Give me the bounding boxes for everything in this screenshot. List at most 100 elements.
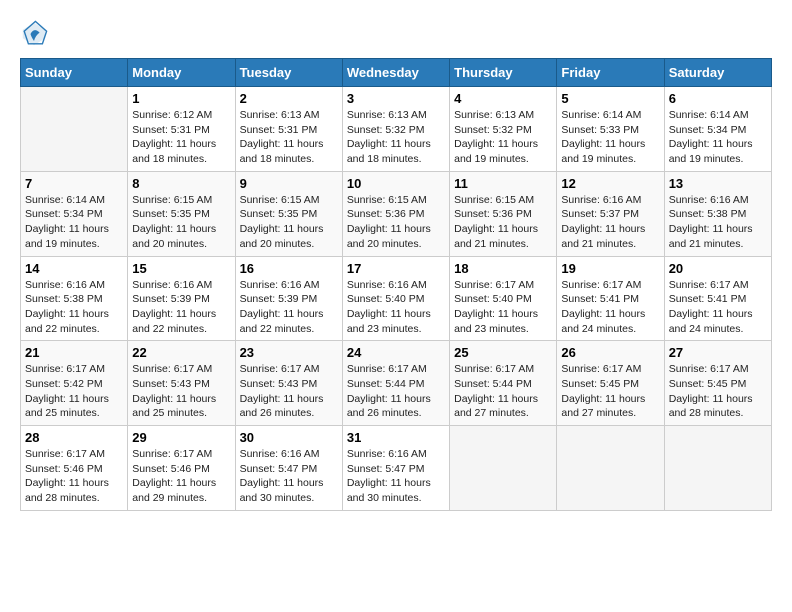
day-number: 21 xyxy=(25,345,123,360)
day-cell: 29 Sunrise: 6:17 AM Sunset: 5:46 PM Dayli… xyxy=(128,426,235,511)
day-cell: 16 Sunrise: 6:16 AM Sunset: 5:39 PM Dayli… xyxy=(235,256,342,341)
day-info: Sunrise: 6:17 AM Sunset: 5:44 PM Dayligh… xyxy=(454,362,552,421)
logo-icon xyxy=(20,20,48,48)
day-number: 7 xyxy=(25,176,123,191)
day-cell: 30 Sunrise: 6:16 AM Sunset: 5:47 PM Dayli… xyxy=(235,426,342,511)
day-number: 15 xyxy=(132,261,230,276)
day-cell: 9 Sunrise: 6:15 AM Sunset: 5:35 PM Daylig… xyxy=(235,171,342,256)
page-header xyxy=(20,20,772,48)
day-cell: 14 Sunrise: 6:16 AM Sunset: 5:38 PM Dayli… xyxy=(21,256,128,341)
day-number: 31 xyxy=(347,430,445,445)
day-info: Sunrise: 6:13 AM Sunset: 5:32 PM Dayligh… xyxy=(347,108,445,167)
day-cell: 23 Sunrise: 6:17 AM Sunset: 5:43 PM Dayli… xyxy=(235,341,342,426)
day-cell: 11 Sunrise: 6:15 AM Sunset: 5:36 PM Dayli… xyxy=(450,171,557,256)
day-cell: 8 Sunrise: 6:15 AM Sunset: 5:35 PM Daylig… xyxy=(128,171,235,256)
day-info: Sunrise: 6:16 AM Sunset: 5:38 PM Dayligh… xyxy=(669,193,767,252)
day-number: 20 xyxy=(669,261,767,276)
day-number: 18 xyxy=(454,261,552,276)
week-row-4: 21Sunrise: 6:17 AM Sunset: 5:42 PM Dayli… xyxy=(21,341,772,426)
day-cell: 26Sunrise: 6:17 AM Sunset: 5:45 PM Dayli… xyxy=(557,341,664,426)
day-info: Sunrise: 6:13 AM Sunset: 5:32 PM Dayligh… xyxy=(454,108,552,167)
day-number: 8 xyxy=(132,176,230,191)
day-info: Sunrise: 6:17 AM Sunset: 5:41 PM Dayligh… xyxy=(669,278,767,337)
day-cell: 13 Sunrise: 6:16 AM Sunset: 5:38 PM Dayli… xyxy=(664,171,771,256)
day-info: Sunrise: 6:15 AM Sunset: 5:35 PM Dayligh… xyxy=(240,193,338,252)
day-cell: 1 Sunrise: 6:12 AM Sunset: 5:31 PM Daylig… xyxy=(128,87,235,172)
day-cell: 22 Sunrise: 6:17 AM Sunset: 5:43 PM Dayli… xyxy=(128,341,235,426)
col-header-monday: Monday xyxy=(128,59,235,87)
day-number: 27 xyxy=(669,345,767,360)
day-number: 4 xyxy=(454,91,552,106)
day-info: Sunrise: 6:12 AM Sunset: 5:31 PM Dayligh… xyxy=(132,108,230,167)
day-info: Sunrise: 6:17 AM Sunset: 5:41 PM Dayligh… xyxy=(561,278,659,337)
week-row-3: 14 Sunrise: 6:16 AM Sunset: 5:38 PM Dayli… xyxy=(21,256,772,341)
day-number: 26 xyxy=(561,345,659,360)
day-cell: 28 Sunrise: 6:17 AM Sunset: 5:46 PM Dayli… xyxy=(21,426,128,511)
day-info: Sunrise: 6:15 AM Sunset: 5:36 PM Dayligh… xyxy=(454,193,552,252)
day-info: Sunrise: 6:17 AM Sunset: 5:40 PM Dayligh… xyxy=(454,278,552,337)
day-info: Sunrise: 6:17 AM Sunset: 5:44 PM Dayligh… xyxy=(347,362,445,421)
day-number: 28 xyxy=(25,430,123,445)
day-info: Sunrise: 6:17 AM Sunset: 5:46 PM Dayligh… xyxy=(132,447,230,506)
day-number: 11 xyxy=(454,176,552,191)
calendar-table: SundayMondayTuesdayWednesdayThursdayFrid… xyxy=(20,58,772,511)
day-cell xyxy=(664,426,771,511)
day-number: 13 xyxy=(669,176,767,191)
day-number: 25 xyxy=(454,345,552,360)
day-info: Sunrise: 6:13 AM Sunset: 5:31 PM Dayligh… xyxy=(240,108,338,167)
day-number: 30 xyxy=(240,430,338,445)
day-cell xyxy=(21,87,128,172)
day-cell: 17 Sunrise: 6:16 AM Sunset: 5:40 PM Dayli… xyxy=(342,256,449,341)
week-row-2: 7 Sunrise: 6:14 AM Sunset: 5:34 PM Daylig… xyxy=(21,171,772,256)
day-number: 1 xyxy=(132,91,230,106)
day-number: 23 xyxy=(240,345,338,360)
day-info: Sunrise: 6:15 AM Sunset: 5:36 PM Dayligh… xyxy=(347,193,445,252)
day-info: Sunrise: 6:16 AM Sunset: 5:39 PM Dayligh… xyxy=(240,278,338,337)
day-cell: 5 Sunrise: 6:14 AM Sunset: 5:33 PM Daylig… xyxy=(557,87,664,172)
day-cell: 12 Sunrise: 6:16 AM Sunset: 5:37 PM Dayli… xyxy=(557,171,664,256)
day-cell: 10Sunrise: 6:15 AM Sunset: 5:36 PM Dayli… xyxy=(342,171,449,256)
day-info: Sunrise: 6:16 AM Sunset: 5:40 PM Dayligh… xyxy=(347,278,445,337)
day-cell: 25 Sunrise: 6:17 AM Sunset: 5:44 PM Dayli… xyxy=(450,341,557,426)
day-number: 12 xyxy=(561,176,659,191)
day-number: 6 xyxy=(669,91,767,106)
day-cell xyxy=(450,426,557,511)
day-info: Sunrise: 6:14 AM Sunset: 5:33 PM Dayligh… xyxy=(561,108,659,167)
day-number: 9 xyxy=(240,176,338,191)
day-info: Sunrise: 6:17 AM Sunset: 5:45 PM Dayligh… xyxy=(669,362,767,421)
day-cell: 6Sunrise: 6:14 AM Sunset: 5:34 PM Daylig… xyxy=(664,87,771,172)
col-header-sunday: Sunday xyxy=(21,59,128,87)
day-info: Sunrise: 6:16 AM Sunset: 5:39 PM Dayligh… xyxy=(132,278,230,337)
week-row-1: 1 Sunrise: 6:12 AM Sunset: 5:31 PM Daylig… xyxy=(21,87,772,172)
day-cell: 20 Sunrise: 6:17 AM Sunset: 5:41 PM Dayli… xyxy=(664,256,771,341)
day-info: Sunrise: 6:16 AM Sunset: 5:38 PM Dayligh… xyxy=(25,278,123,337)
logo xyxy=(20,20,52,48)
day-cell: 3Sunrise: 6:13 AM Sunset: 5:32 PM Daylig… xyxy=(342,87,449,172)
day-info: Sunrise: 6:16 AM Sunset: 5:37 PM Dayligh… xyxy=(561,193,659,252)
day-number: 2 xyxy=(240,91,338,106)
day-cell: 27 Sunrise: 6:17 AM Sunset: 5:45 PM Dayli… xyxy=(664,341,771,426)
day-cell: 19Sunrise: 6:17 AM Sunset: 5:41 PM Dayli… xyxy=(557,256,664,341)
day-number: 22 xyxy=(132,345,230,360)
week-row-5: 28 Sunrise: 6:17 AM Sunset: 5:46 PM Dayli… xyxy=(21,426,772,511)
day-cell: 4 Sunrise: 6:13 AM Sunset: 5:32 PM Daylig… xyxy=(450,87,557,172)
day-cell xyxy=(557,426,664,511)
col-header-saturday: Saturday xyxy=(664,59,771,87)
day-number: 14 xyxy=(25,261,123,276)
day-cell: 21Sunrise: 6:17 AM Sunset: 5:42 PM Dayli… xyxy=(21,341,128,426)
day-info: Sunrise: 6:16 AM Sunset: 5:47 PM Dayligh… xyxy=(240,447,338,506)
day-number: 16 xyxy=(240,261,338,276)
day-info: Sunrise: 6:17 AM Sunset: 5:46 PM Dayligh… xyxy=(25,447,123,506)
day-info: Sunrise: 6:14 AM Sunset: 5:34 PM Dayligh… xyxy=(25,193,123,252)
day-cell: 2 Sunrise: 6:13 AM Sunset: 5:31 PM Daylig… xyxy=(235,87,342,172)
day-cell: 31Sunrise: 6:16 AM Sunset: 5:47 PM Dayli… xyxy=(342,426,449,511)
day-number: 5 xyxy=(561,91,659,106)
day-number: 17 xyxy=(347,261,445,276)
day-info: Sunrise: 6:15 AM Sunset: 5:35 PM Dayligh… xyxy=(132,193,230,252)
day-number: 29 xyxy=(132,430,230,445)
col-header-thursday: Thursday xyxy=(450,59,557,87)
day-info: Sunrise: 6:17 AM Sunset: 5:43 PM Dayligh… xyxy=(132,362,230,421)
col-header-tuesday: Tuesday xyxy=(235,59,342,87)
day-cell: 24Sunrise: 6:17 AM Sunset: 5:44 PM Dayli… xyxy=(342,341,449,426)
day-info: Sunrise: 6:17 AM Sunset: 5:43 PM Dayligh… xyxy=(240,362,338,421)
